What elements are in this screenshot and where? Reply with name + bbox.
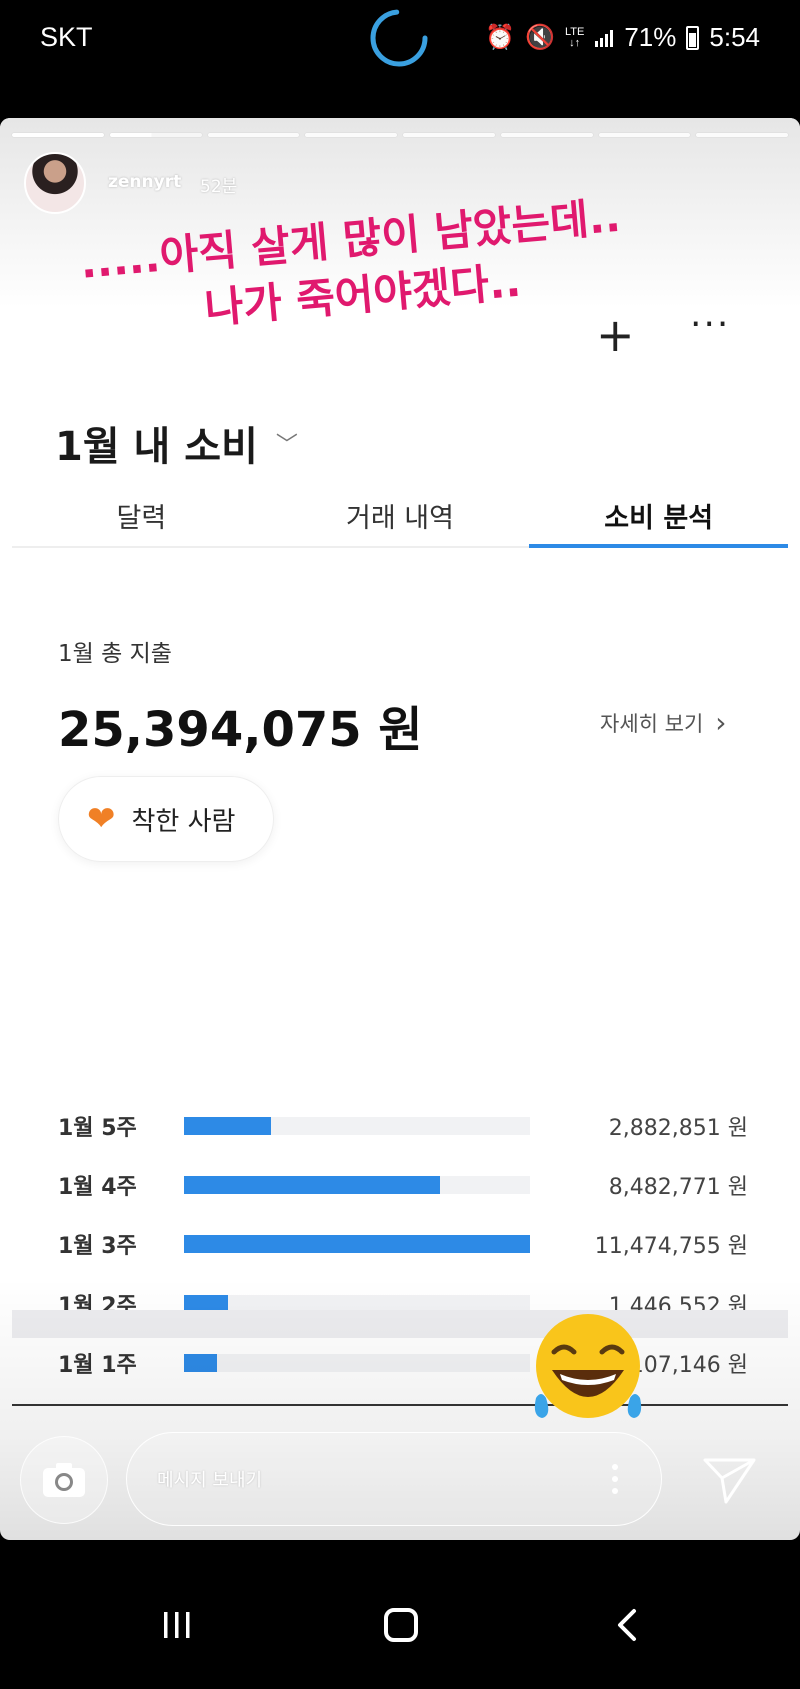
- chevron-right-icon: ›: [715, 706, 727, 739]
- username[interactable]: zennyrt: [108, 172, 181, 192]
- spending-type-badge[interactable]: ❤ 착한 사람: [58, 776, 274, 862]
- divider-line: [12, 1404, 788, 1406]
- system-nav-bar: [0, 1580, 800, 1680]
- add-button[interactable]: +: [596, 308, 635, 362]
- heart-icon: ❤: [87, 799, 116, 839]
- loading-spinner-icon: [370, 9, 428, 67]
- laughing-emoji-icon: [534, 1314, 642, 1418]
- progress-segment: [207, 133, 300, 137]
- camera-button[interactable]: [20, 1436, 108, 1524]
- tab-spending-analysis[interactable]: 소비 분석: [529, 488, 788, 548]
- bar: [184, 1235, 530, 1254]
- progress-segment: [12, 133, 104, 137]
- bar-track: [184, 1176, 530, 1195]
- avatar[interactable]: [24, 152, 86, 214]
- story-time: 52분: [200, 177, 238, 197]
- week-amount: 11,474,755 원: [594, 1234, 748, 1260]
- send-icon[interactable]: [702, 1454, 758, 1506]
- week-label: 1월 4주: [58, 1175, 137, 1201]
- progress-segment: [109, 133, 202, 137]
- view-details-label: 자세히 보기: [600, 711, 704, 736]
- page-title: 1월 내 소비: [55, 424, 258, 470]
- week-label: 1월 5주: [58, 1115, 137, 1141]
- alarm-icon: ⏰: [485, 24, 516, 51]
- signal-icon: [595, 29, 614, 47]
- more-vertical-icon[interactable]: [611, 1463, 619, 1495]
- chevron-down-icon: ﹀: [275, 433, 298, 458]
- camera-icon: [43, 1463, 85, 1497]
- story-progress-bars: [12, 133, 788, 137]
- bar-track: [184, 1116, 530, 1135]
- bar-track: [184, 1235, 530, 1254]
- status-bar: SKT ⏰ 🔇 LTE ↓↑ 71% 5:54: [0, 0, 800, 80]
- mute-icon: 🔇: [525, 24, 555, 51]
- status-icons: ⏰ 🔇 LTE ↓↑ 71% 5:54: [485, 22, 760, 53]
- story-viewer[interactable]: zennyrt 52분 .....아직 살게 많이 남았는데.. 나가 죽어야겠…: [0, 118, 800, 1540]
- progress-segment: [500, 133, 593, 137]
- battery-percent: 71%: [624, 22, 677, 52]
- clock: 5:54: [709, 22, 760, 52]
- tab-transactions[interactable]: 거래 내역: [271, 488, 530, 546]
- progress-segment: [403, 133, 495, 137]
- network-type: LTE ↓↑: [564, 25, 585, 49]
- week-row: 1월 4주 8,482,771 원: [58, 1155, 748, 1214]
- message-placeholder: 메시지 보내기: [157, 1470, 263, 1491]
- bar: [184, 1176, 440, 1195]
- message-input[interactable]: 메시지 보내기: [126, 1432, 662, 1526]
- progress-segment: [305, 133, 397, 137]
- back-button[interactable]: [616, 1608, 638, 1642]
- month-selector[interactable]: 1월 내 소비 ﹀: [55, 414, 298, 472]
- carrier-label: SKT: [40, 22, 93, 52]
- progress-segment: [598, 133, 691, 137]
- week-label: 1월 3주: [58, 1234, 137, 1260]
- week-row: 1월 3주 11,474,755 원: [58, 1215, 748, 1274]
- battery-icon: [686, 25, 700, 50]
- tab-calendar[interactable]: 달력: [12, 488, 271, 546]
- home-button[interactable]: [384, 1608, 418, 1642]
- bar: [184, 1116, 271, 1135]
- recents-button[interactable]: [162, 1610, 192, 1640]
- week-row: 1월 5주 2,882,851 원: [58, 1096, 748, 1155]
- progress-segment: [696, 133, 788, 137]
- week-amount: 8,482,771 원: [608, 1175, 748, 1201]
- badge-label: 착한 사람: [131, 806, 236, 837]
- total-spending-amount: 25,394,075 원: [58, 702, 423, 758]
- tab-bar: 달력 거래 내역 소비 분석: [12, 488, 788, 548]
- view-details-link[interactable]: 자세히 보기 ›: [600, 706, 726, 739]
- week-amount: 2,882,851 원: [608, 1115, 748, 1141]
- total-spending-label: 1월 총 지출: [58, 641, 172, 667]
- more-options-button[interactable]: ···: [690, 304, 730, 345]
